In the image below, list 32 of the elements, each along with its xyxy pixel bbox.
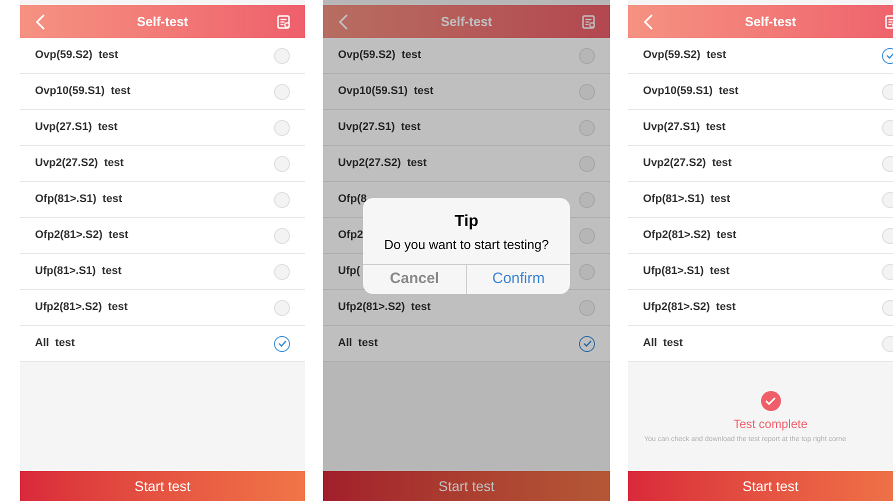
dialog-message: Do you want to start testing? (384, 236, 549, 254)
row-label: Ufp2(81>.S2) test (338, 300, 431, 316)
row-label: Ofp2(81>.S2) test (35, 228, 128, 244)
row-label: Ovp10(59.S1) test (338, 84, 434, 100)
row-label: Ofp2 (338, 228, 364, 244)
row-label: Uvp2(27.S2) test (643, 156, 732, 172)
row-label: All test (35, 336, 75, 352)
row-label: All test (643, 336, 683, 352)
row-label: Uvp(27.S1) test (338, 120, 421, 136)
row-label: Ufp(81>.S1) test (643, 264, 730, 280)
result-title: Test complete (733, 416, 808, 432)
row-label: Ovp(59.S2) test (35, 48, 118, 64)
row-label: Ofp(81>.S1) test (35, 192, 122, 208)
row-label: Ovp(59.S2) test (643, 48, 726, 64)
row-label: Uvp2(27.S2) test (35, 156, 124, 172)
row-label: Ovp(59.S2) test (338, 48, 422, 64)
row-label: All test (338, 336, 378, 352)
screen-title: Self-test (136, 12, 188, 31)
row-label: Ufp(81>.S1) test (35, 264, 122, 280)
row-label: Ufp( (338, 264, 360, 280)
row-label: Ovp10(59.S1) test (643, 84, 738, 100)
row-label: Ovp10(59.S1) test (35, 84, 130, 100)
row-label: Ofp(81>.S1) test (643, 192, 730, 208)
row-label: Uvp(27.S1) test (643, 120, 726, 136)
row-label: Ufp2(81>.S2) test (35, 300, 128, 316)
row-label: Ofp(8 (338, 192, 367, 208)
row-label: Ofp2(81>.S2) test (643, 228, 736, 244)
row-label: Uvp2(27.S2) test (338, 156, 427, 172)
row-label: Ufp2(81>.S2) test (643, 300, 736, 316)
screen-title: Self-test (440, 12, 492, 31)
row-label: Uvp(27.S1) test (35, 120, 118, 136)
screen-title: Self-test (744, 12, 796, 31)
